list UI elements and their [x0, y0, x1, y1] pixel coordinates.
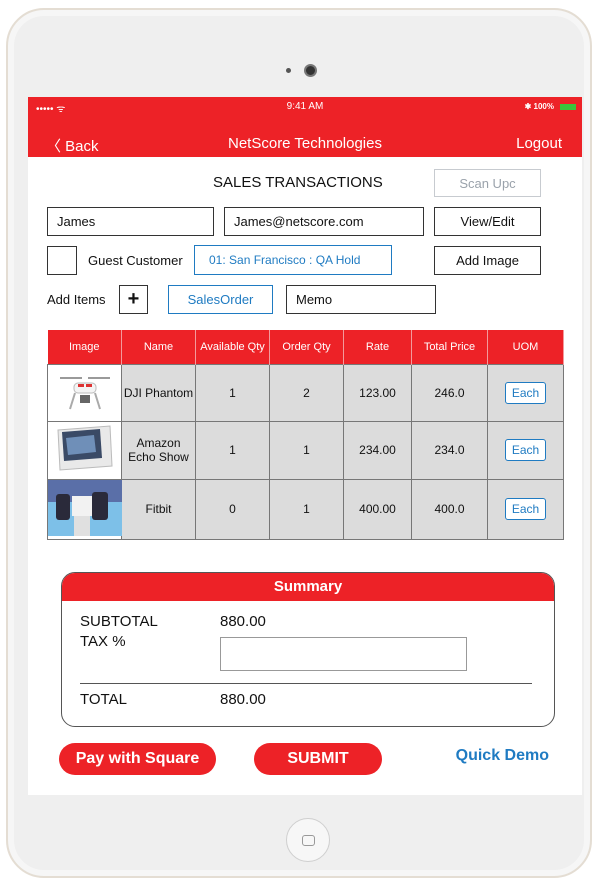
- subtotal-value: 880.00: [220, 613, 266, 630]
- app-screen: ••••• ᯤ 9:41 AM ✱ 100% 〈 Back NetScore T…: [28, 97, 582, 795]
- app-title: NetScore Technologies: [228, 135, 382, 152]
- item-order-qty[interactable]: 1: [269, 420, 344, 480]
- add-items-label: Add Items: [47, 292, 106, 307]
- echo-show-image: [56, 424, 113, 471]
- uom-cell: Each: [487, 478, 564, 540]
- item-rate: 123.00: [343, 363, 412, 422]
- order-type-select[interactable]: SalesOrder: [168, 285, 273, 314]
- uom-cell: Each: [487, 420, 564, 480]
- column-header-total: Total Price: [411, 330, 488, 364]
- tax-label: TAX %: [80, 633, 126, 650]
- uom-button[interactable]: Each: [504, 439, 547, 461]
- view-edit-button[interactable]: View/Edit: [434, 207, 541, 236]
- memo-field[interactable]: Memo: [286, 285, 436, 314]
- submit-button[interactable]: SUBMIT: [254, 743, 382, 775]
- echo-show-thumbnail: [47, 420, 122, 480]
- add-image-button[interactable]: Add Image: [434, 246, 541, 275]
- summary-divider: [80, 683, 532, 684]
- item-total-price: 400.0: [411, 478, 488, 540]
- column-header-name: Name: [121, 330, 196, 364]
- table-row[interactable]: Fitbit 0 1 400.00 400.0 Each: [47, 478, 564, 540]
- item-available-qty: 1: [195, 363, 270, 422]
- drone-image: [59, 377, 110, 410]
- battery-icon: [560, 104, 576, 110]
- column-header-available: Available Qty: [195, 330, 270, 364]
- guest-customer-label: Guest Customer: [88, 253, 183, 268]
- total-value: 880.00: [220, 691, 266, 708]
- item-total-price: 246.0: [411, 363, 488, 422]
- column-header-rate: Rate: [343, 330, 412, 364]
- quick-demo-link[interactable]: Quick Demo: [456, 747, 549, 765]
- items-table: Image Name Available Qty Order Qty Rate …: [47, 330, 564, 540]
- item-available-qty: 0: [195, 478, 270, 540]
- column-header-order: Order Qty: [269, 330, 344, 364]
- item-name: DJI Phantom: [121, 363, 196, 422]
- guest-checkbox[interactable]: [47, 246, 77, 275]
- uom-button[interactable]: Each: [504, 381, 547, 404]
- customer-name-field[interactable]: James: [47, 207, 214, 236]
- scan-upc-button[interactable]: Scan Upc: [434, 169, 541, 197]
- fitbit-image: [48, 479, 122, 536]
- summary-title: Summary: [62, 573, 554, 601]
- nav-bar: 〈 Back NetScore Technologies Logout: [28, 117, 582, 157]
- drone-thumbnail: [47, 363, 122, 422]
- item-name: Fitbit: [121, 478, 196, 540]
- page-title: SALES TRANSACTIONS: [213, 174, 383, 191]
- status-time: 9:41 AM: [286, 101, 324, 112]
- table-row[interactable]: Amazon Echo Show 1 1 234.00 234.0 Each: [47, 420, 564, 480]
- customer-email-field[interactable]: James@netscore.com: [224, 207, 424, 236]
- camera-icon: [304, 64, 317, 77]
- subtotal-label: SUBTOTAL: [80, 613, 158, 630]
- uom-cell: Each: [487, 363, 564, 422]
- tax-input[interactable]: [220, 637, 467, 671]
- column-header-uom: UOM: [487, 330, 564, 364]
- table-header-row: Image Name Available Qty Order Qty Rate …: [47, 330, 564, 364]
- battery-label: ✱ 100%: [524, 102, 554, 111]
- item-available-qty: 1: [195, 420, 270, 480]
- item-rate: 234.00: [343, 420, 412, 480]
- sensor-dot: [286, 68, 291, 73]
- item-total-price: 234.0: [411, 420, 488, 480]
- home-button[interactable]: [286, 818, 330, 862]
- home-square-icon: [302, 835, 315, 846]
- item-rate: 400.00: [343, 478, 412, 540]
- summary-panel: Summary SUBTOTAL 880.00 TAX % TOTAL 880.…: [61, 572, 555, 727]
- item-order-qty[interactable]: 1: [269, 478, 344, 540]
- item-order-qty[interactable]: 2: [269, 363, 344, 422]
- status-bar: ••••• ᯤ 9:41 AM ✱ 100%: [28, 97, 582, 117]
- logout-button[interactable]: Logout: [516, 135, 562, 152]
- table-row[interactable]: DJI Phantom 1 2 123.00 246.0 Each: [47, 363, 564, 422]
- item-name: Amazon Echo Show: [121, 420, 196, 480]
- uom-button[interactable]: Each: [504, 498, 547, 520]
- pay-with-square-button[interactable]: Pay with Square: [59, 743, 216, 775]
- total-label: TOTAL: [80, 691, 127, 708]
- fitbit-thumbnail: [47, 478, 122, 540]
- add-item-icon[interactable]: +: [119, 285, 148, 314]
- column-header-image: Image: [47, 330, 122, 364]
- location-select[interactable]: 01: San Francisco : QA Hold: [194, 245, 392, 275]
